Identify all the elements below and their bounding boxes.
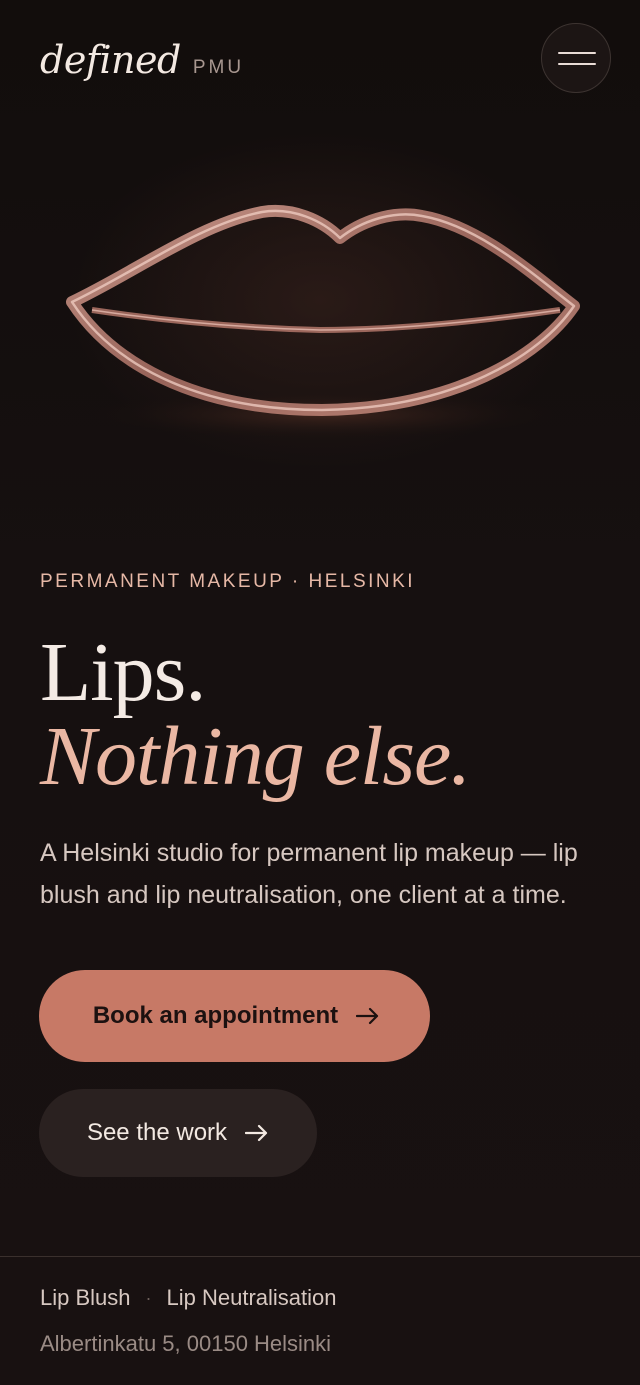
menu-button[interactable] xyxy=(541,23,611,93)
page: defined PMU PERMANENT MAKEUP · HELSINKI … xyxy=(0,0,640,1385)
logo-suffix: PMU xyxy=(192,57,245,78)
service-lip-neutralisation[interactable]: Lip Neutralisation xyxy=(167,1285,337,1311)
hero-headline-line2: Nothing else. xyxy=(40,710,471,803)
hero-headline-line1: Lips. xyxy=(40,626,206,719)
hamburger-menu-icon xyxy=(558,52,596,54)
lips-hero-image xyxy=(66,205,580,441)
section-divider xyxy=(0,1256,640,1257)
book-appointment-label: Book an appointment xyxy=(92,1002,339,1029)
services-list: Lip Blush · Lip Neutralisation xyxy=(40,1285,337,1311)
hero-eyebrow: PERMANENT MAKEUP · HELSINKI xyxy=(40,571,416,592)
see-the-work-button[interactable]: See the work xyxy=(39,1089,317,1177)
service-lip-blush[interactable]: Lip Blush xyxy=(40,1285,131,1311)
book-appointment-button[interactable]: Book an appointment xyxy=(39,970,430,1062)
see-the-work-label: See the work xyxy=(86,1119,228,1146)
studio-address: Albertinkatu 5, 00150 Helsinki xyxy=(40,1331,332,1356)
logo-wordmark: defined xyxy=(40,38,181,82)
arrow-right-icon xyxy=(245,1124,268,1142)
service-separator: · xyxy=(145,1287,152,1308)
brand-logo[interactable]: defined PMU xyxy=(40,38,244,82)
hero-intro-text: A Helsinki studio for permanent lip make… xyxy=(40,839,578,909)
hamburger-menu-icon-line xyxy=(558,63,596,65)
arrow-right-icon xyxy=(356,1007,379,1025)
